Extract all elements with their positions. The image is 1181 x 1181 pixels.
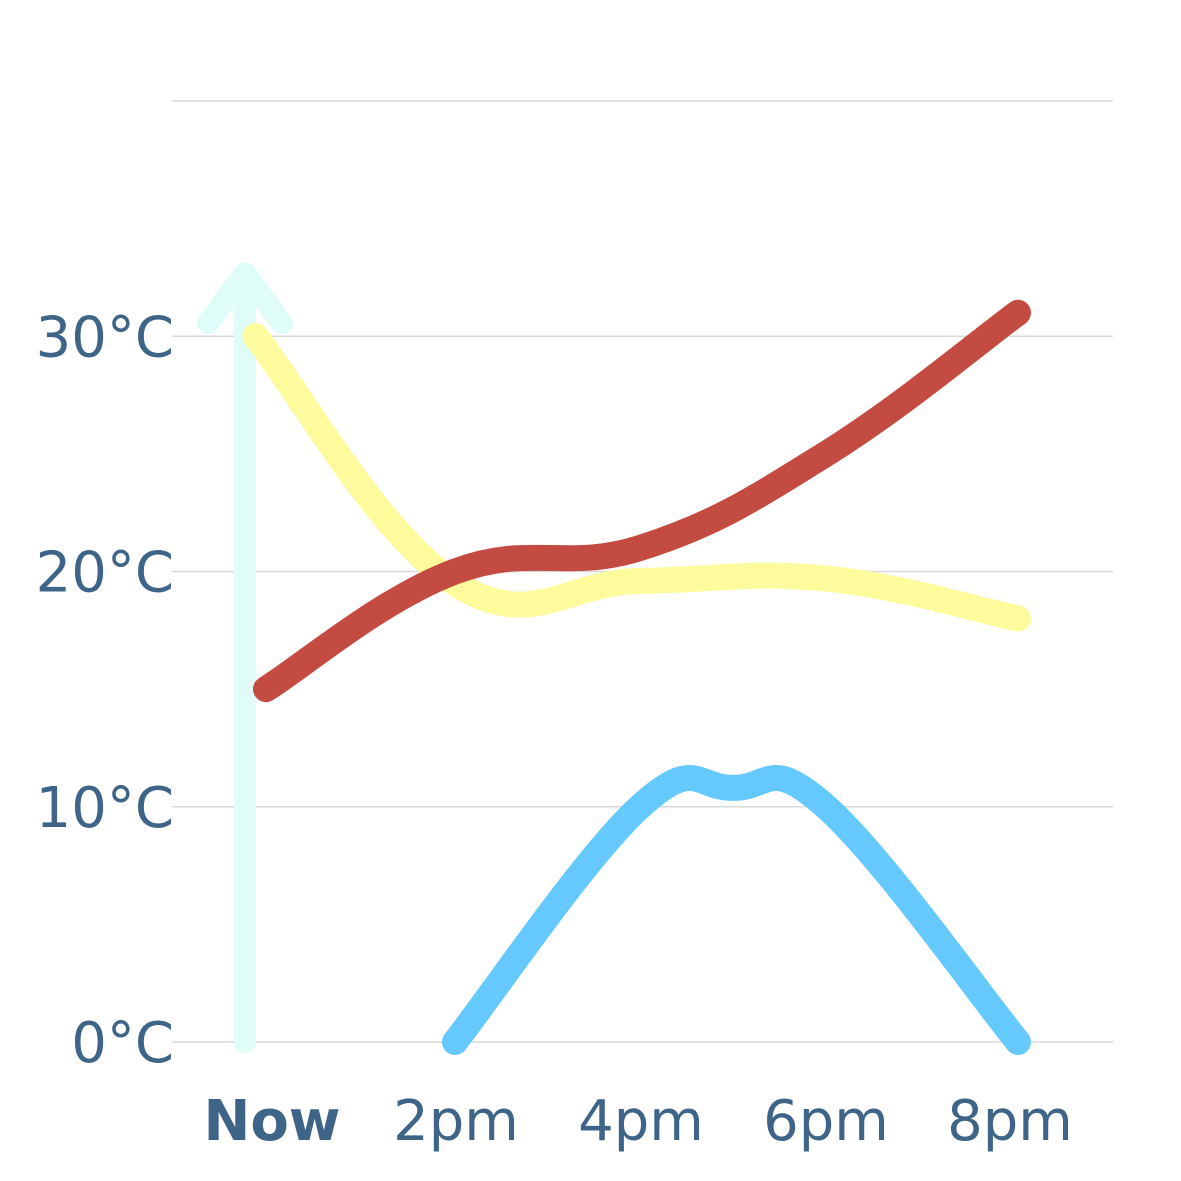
x-tick-label: 4pm [578,1089,704,1154]
x-axis-labels: Now 2pm 4pm 6pm 8pm [203,1089,1072,1154]
weather-temperature-chart: 0°C 10°C 20°C 30°C Now 2pm 4pm 6pm 8pm [0,0,1181,1181]
x-tick-label: Now [203,1089,340,1154]
x-tick-label: 6pm [763,1089,889,1154]
series-line-3 [442,765,1031,1055]
y-tick-label: 10°C [36,776,174,841]
series-layer [242,299,1031,1055]
y-tick-label: 30°C [36,305,174,370]
chart-svg: 0°C 10°C 20°C 30°C Now 2pm 4pm 6pm 8pm [36,100,1113,1154]
x-tick-label: 2pm [393,1089,519,1154]
now-marker-layer [197,262,293,1053]
series-line-1 [242,323,1031,632]
y-axis-labels: 0°C 10°C 20°C 30°C [36,305,174,1076]
y-tick-label: 0°C [71,1011,174,1076]
y-tick-label: 20°C [36,541,174,606]
x-tick-label: 8pm [947,1089,1073,1154]
